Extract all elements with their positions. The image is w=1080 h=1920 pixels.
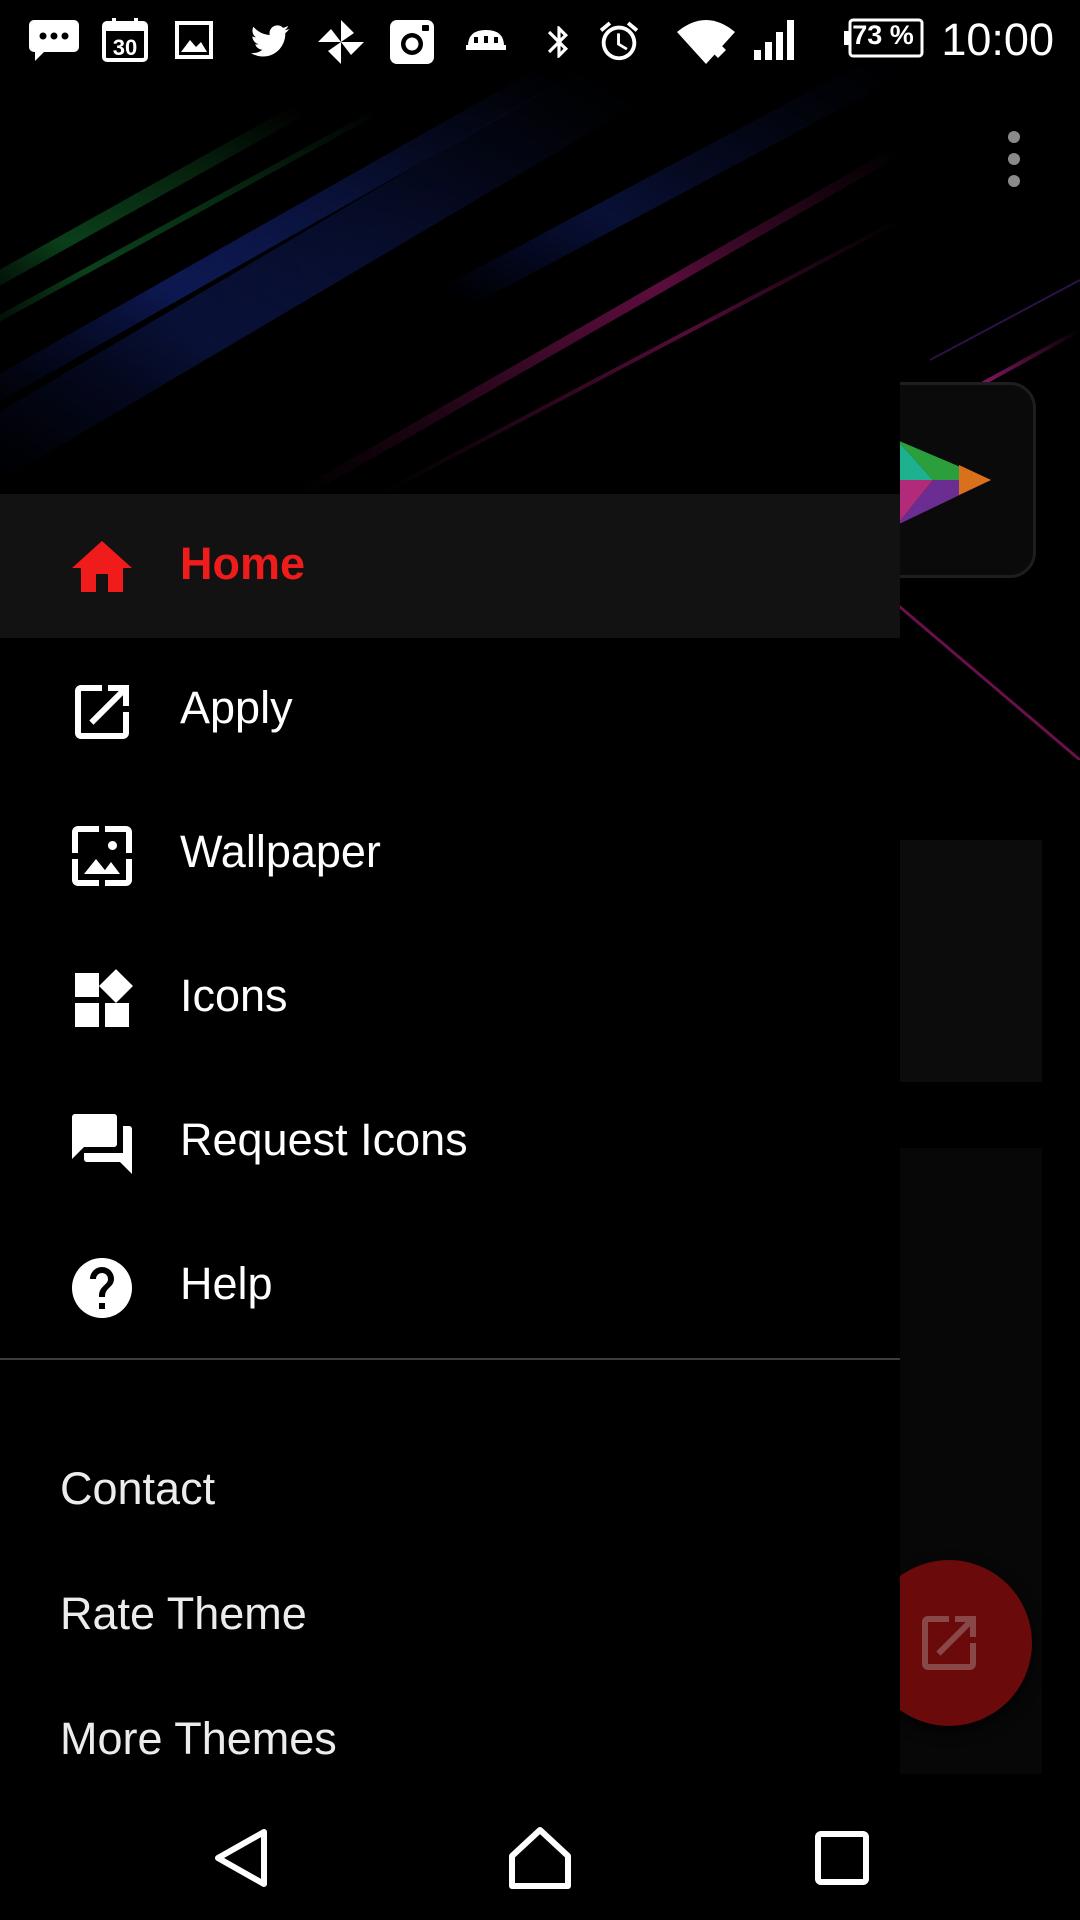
instagram-icon — [388, 18, 436, 66]
more-vert-icon[interactable] — [990, 125, 1038, 193]
nav-item-icons[interactable]: Icons — [0, 926, 900, 1070]
drawer-item-more-themes[interactable]: More Themes — [0, 1678, 900, 1792]
nav-item-request-icons[interactable]: Request Icons — [0, 1070, 900, 1214]
gallery-icon — [174, 18, 214, 62]
drawer-divider — [0, 1358, 900, 1360]
drawer-item-contact[interactable]: Contact — [0, 1428, 900, 1548]
forum-icon — [66, 1108, 138, 1180]
home-icon — [66, 532, 138, 604]
nav-item-label: Help — [180, 1258, 273, 1309]
bluetooth-icon — [540, 18, 578, 66]
open-external-icon — [922, 1616, 976, 1670]
alarm-icon — [596, 18, 642, 64]
vr-headset-icon — [462, 18, 510, 62]
drawer-item-label: Contact — [60, 1463, 216, 1514]
nav-item-apply[interactable]: Apply — [0, 638, 900, 782]
open-external-icon — [66, 676, 138, 748]
nav-item-label: Apply — [180, 682, 293, 733]
twitter-icon — [246, 18, 294, 62]
status-bar: 30 73 % 10:00 — [0, 0, 1080, 78]
calendar-icon: 30 — [102, 18, 148, 62]
battery-percent: 73 % — [852, 20, 914, 50]
nav-item-home[interactable]: Home — [0, 494, 900, 638]
drawer-item-rate-theme[interactable]: Rate Theme — [0, 1553, 900, 1673]
nav-item-label: Home — [180, 538, 306, 589]
wifi-icon — [676, 18, 736, 66]
nav-item-label: Wallpaper — [180, 826, 381, 877]
wallpaper-icon — [66, 820, 138, 892]
calendar-day: 30 — [113, 35, 137, 60]
help-icon — [66, 1252, 138, 1324]
widgets-icon — [66, 964, 138, 1036]
nav-item-label: Icons — [180, 970, 288, 1021]
drawer-item-label: Rate Theme — [60, 1588, 307, 1639]
cellular-signal-icon — [752, 18, 800, 62]
back-icon[interactable] — [200, 1816, 284, 1900]
battery-icon: 73 % — [844, 16, 926, 60]
navigation-drawer: Home Apply Wallpaper Icons Request Icons… — [0, 0, 900, 1792]
system-navigation-bar — [0, 1792, 1080, 1920]
drawer-item-label: More Themes — [60, 1713, 337, 1764]
nav-item-label: Request Icons — [180, 1114, 468, 1165]
pinwheel-app-icon — [316, 18, 366, 66]
messaging-icon — [28, 18, 80, 62]
home-nav-icon[interactable] — [498, 1816, 582, 1900]
nav-item-help[interactable]: Help — [0, 1214, 900, 1358]
clock: 10:00 — [941, 14, 1054, 65]
recents-icon[interactable] — [800, 1816, 884, 1900]
nav-item-wallpaper[interactable]: Wallpaper — [0, 782, 900, 926]
